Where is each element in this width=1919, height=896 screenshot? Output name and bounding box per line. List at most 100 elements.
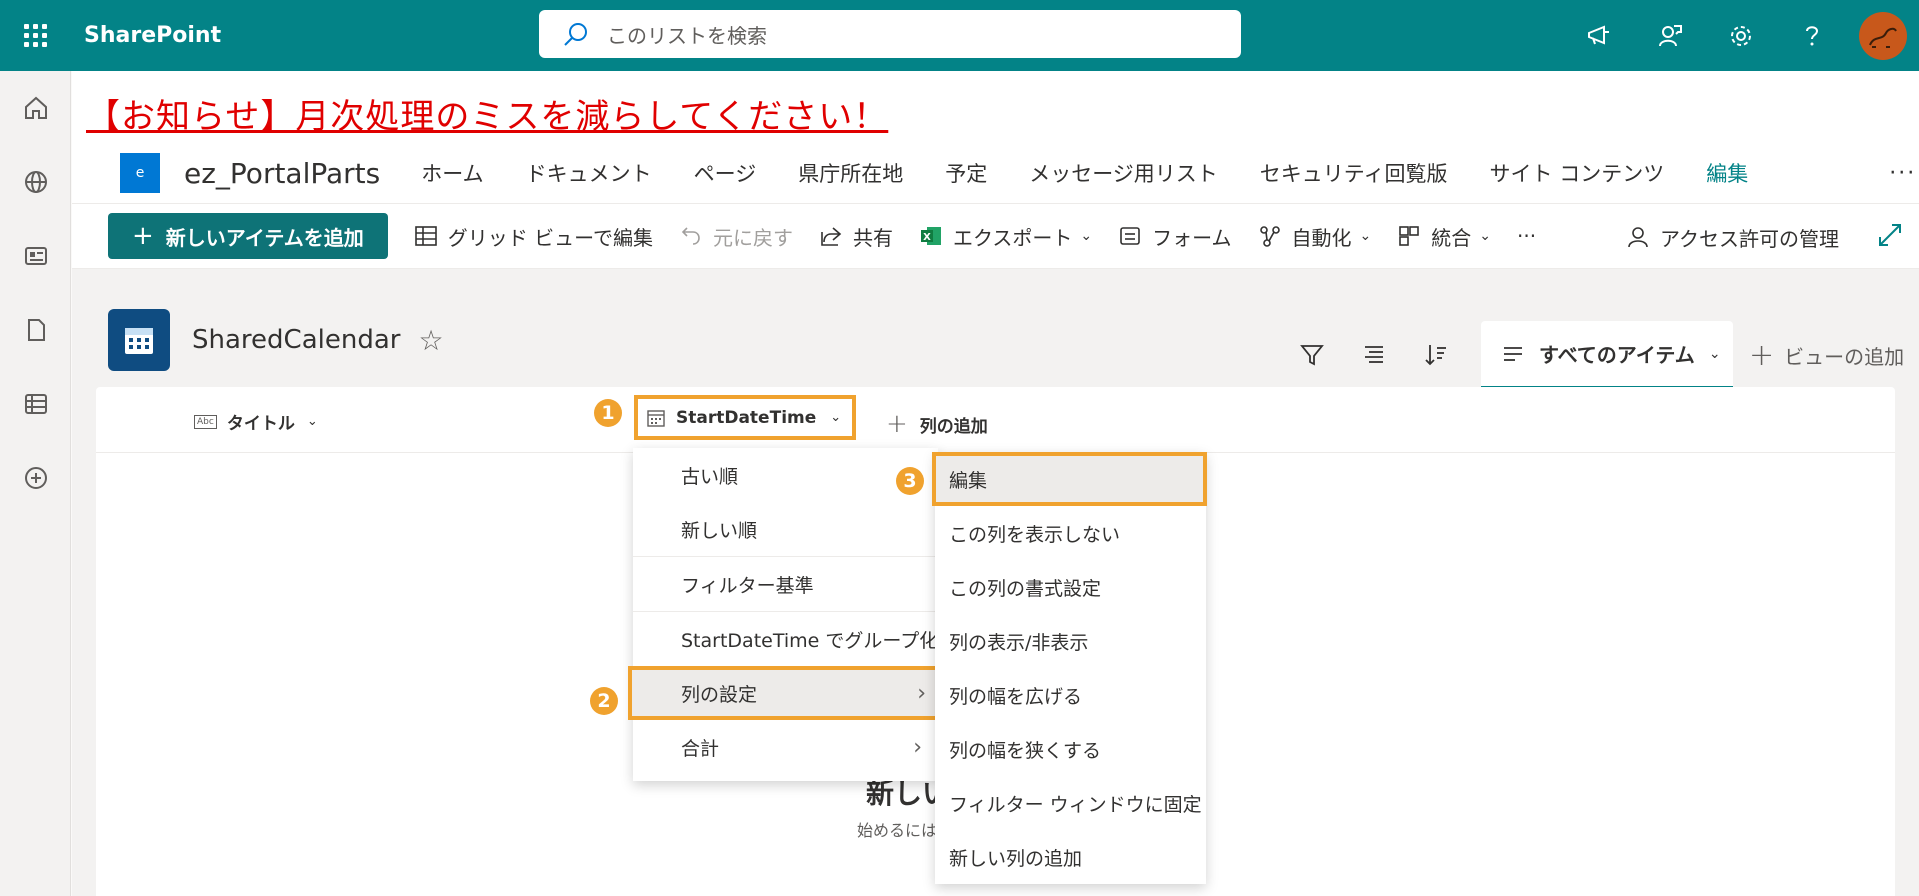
export-button[interactable]: X エクスポート ⌄ <box>919 222 1092 251</box>
plus-icon: + <box>132 221 154 251</box>
undo-button[interactable]: 元に戻す <box>679 222 793 251</box>
add-view-button[interactable]: + ビューの追加 <box>1749 338 1919 373</box>
column-header-row: Abc タイトル ⌄ 1 StartDateTime ⌄ + 列の追加 <box>96 387 1895 453</box>
submenu-item-show-hide-columns[interactable]: 列の表示/非表示 <box>935 614 1206 668</box>
step-badge-2: 2 <box>590 687 618 715</box>
avatar[interactable] <box>1859 11 1907 60</box>
nav-item-pages[interactable]: ページ <box>673 158 778 188</box>
view-switcher[interactable]: すべてのアイテム ⌄ <box>1481 321 1733 389</box>
share-button[interactable]: 共有 <box>819 222 893 251</box>
add-view-label: ビューの追加 <box>1784 344 1905 369</box>
person-icon <box>1628 227 1648 248</box>
view-name: すべてのアイテム <box>1539 343 1695 367</box>
calendar-icon <box>647 409 665 427</box>
view-lines-icon <box>1504 346 1522 361</box>
share-label: 共有 <box>852 225 893 250</box>
announcement-link[interactable]: 【お知らせ】月次処理のミスを減らしてください！ <box>86 89 888 138</box>
nav-item-schedule[interactable]: 予定 <box>924 158 1008 188</box>
megaphone-icon[interactable] <box>1563 0 1634 71</box>
nav-more-button[interactable]: ··· <box>1889 161 1916 186</box>
submenu-item-narrow-column[interactable]: 列の幅を狭くする <box>935 722 1206 776</box>
nav-item-documents[interactable]: ドキュメント <box>505 158 673 188</box>
grid-edit-button[interactable]: グリッド ビューで編集 <box>414 222 653 251</box>
globe-icon[interactable] <box>0 145 71 219</box>
chevron-right-icon: › <box>917 680 926 706</box>
chevron-down-icon: ⌄ <box>1479 228 1491 244</box>
submenu-item-hide-column[interactable]: この列を表示しない <box>935 506 1206 560</box>
automate-label: 自動化 <box>1291 225 1352 250</box>
form-icon <box>1120 227 1140 245</box>
column-header-title[interactable]: Abc タイトル ⌄ <box>194 409 318 434</box>
list-title: SharedCalendar <box>192 325 401 355</box>
menu-item-totals[interactable]: 合計 › <box>633 720 938 774</box>
svg-text:X: X <box>923 232 931 243</box>
column-header-startdatetime[interactable]: StartDateTime ⌄ <box>634 395 856 440</box>
new-item-button[interactable]: + 新しいアイテムを追加 <box>108 213 388 259</box>
text-type-icon: Abc <box>194 414 217 429</box>
help-icon[interactable] <box>1776 0 1847 71</box>
empty-state-subtitle: 始めるには <box>857 821 938 840</box>
view-toolbar: すべてのアイテム ⌄ + ビューの追加 <box>1281 321 1919 389</box>
menu-item-group-by[interactable]: StartDateTime でグループ化 <box>633 612 938 666</box>
menu-item-sort-oldest[interactable]: 古い順 <box>633 448 938 502</box>
menu-item-filter-by[interactable]: フィルター基準 <box>633 557 938 611</box>
chevron-down-icon: ⌄ <box>830 410 842 425</box>
site-name[interactable]: ez_PortalParts <box>184 157 380 190</box>
column-title-label: タイトル <box>226 414 295 434</box>
plus-icon: + <box>886 409 908 439</box>
calendar-list-icon <box>108 309 170 371</box>
submenu-item-widen-column[interactable]: 列の幅を広げる <box>935 668 1206 722</box>
submenu-item-edit[interactable]: 編集 <box>932 452 1207 506</box>
file-icon[interactable] <box>0 293 71 367</box>
grid-edit-label: グリッド ビューで編集 <box>447 225 653 250</box>
create-icon[interactable] <box>0 441 71 515</box>
home-icon[interactable] <box>0 71 71 145</box>
feedback-icon[interactable] <box>1634 0 1705 71</box>
menu-item-sort-newest[interactable]: 新しい順 <box>633 502 938 556</box>
plus-icon: + <box>1749 337 1775 373</box>
export-label: エクスポート <box>952 225 1073 250</box>
site-logo[interactable]: e <box>120 153 160 193</box>
integrate-icon <box>1399 226 1420 246</box>
submenu-item-pin-filter[interactable]: フィルター ウィンドウに固定 <box>935 776 1206 830</box>
app-launcher-button[interactable] <box>0 0 70 71</box>
nav-edit-link[interactable]: 編集 <box>1685 158 1769 188</box>
integrate-button[interactable]: 統合 ⌄ <box>1397 222 1491 251</box>
form-label: フォーム <box>1152 225 1232 250</box>
automate-icon <box>1259 226 1280 247</box>
excel-icon: X <box>920 227 941 245</box>
nav-item-home[interactable]: ホーム <box>400 158 504 188</box>
column-settings-label: 列の設定 <box>681 683 758 706</box>
add-column-button[interactable]: + 列の追加 <box>886 409 988 439</box>
chevron-down-icon: ⌄ <box>306 414 318 429</box>
nav-item-prefecture[interactable]: 県庁所在地 <box>777 158 924 188</box>
new-item-label: 新しいアイテムを追加 <box>165 225 364 250</box>
gear-icon[interactable] <box>1705 0 1776 71</box>
submenu-item-format-column[interactable]: この列の書式設定 <box>935 560 1206 614</box>
access-button[interactable]: アクセス許可の管理 <box>1626 204 1839 270</box>
automate-button[interactable]: 自動化 ⌄ <box>1258 222 1371 251</box>
group-icon[interactable] <box>1343 335 1405 375</box>
news-icon[interactable] <box>0 219 71 293</box>
brand-name[interactable]: SharePoint <box>84 23 221 48</box>
favorite-star-icon[interactable]: ☆ <box>418 324 443 357</box>
expand-icon[interactable] <box>1877 222 1903 252</box>
undo-label: 元に戻す <box>712 225 793 250</box>
search-box[interactable]: このリストを検索 <box>539 10 1241 58</box>
site-navigation: ホーム ドキュメント ページ 県庁所在地 予定 メッセージ用リスト セキュリティ… <box>400 158 1769 188</box>
search-icon <box>564 23 587 46</box>
sort-icon[interactable] <box>1405 335 1467 375</box>
form-button[interactable]: フォーム <box>1118 222 1232 251</box>
list-icon[interactable] <box>0 367 71 441</box>
nav-item-message-list[interactable]: メッセージ用リスト <box>1008 158 1239 188</box>
nav-item-security[interactable]: セキュリティ回覧版 <box>1239 158 1469 188</box>
submenu-item-add-column[interactable]: 新しい列の追加 <box>935 830 1206 884</box>
menu-item-column-settings[interactable]: 列の設定 › <box>628 666 946 720</box>
nav-item-site-contents[interactable]: サイト コンテンツ <box>1469 158 1686 188</box>
share-icon <box>821 227 842 246</box>
column-start-label: StartDateTime <box>676 407 817 428</box>
add-column-label: 列の追加 <box>919 416 988 437</box>
more-commands-button[interactable]: ··· <box>1517 224 1536 248</box>
filter-icon[interactable] <box>1281 335 1343 375</box>
profile-picture-icon <box>1869 27 1897 48</box>
